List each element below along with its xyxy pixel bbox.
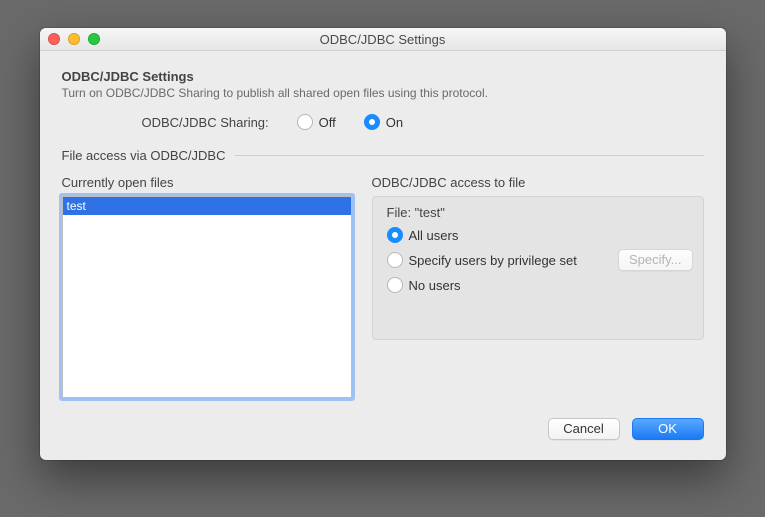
list-item[interactable]: test [63,197,351,215]
access-file-prefix: File: [387,205,415,220]
zoom-icon[interactable] [88,33,100,45]
specify-button: Specify... [618,249,693,271]
file-access-header: File access via ODBC/JDBC [62,148,704,163]
files-label: Currently open files [62,175,352,190]
sharing-off-label: Off [319,115,336,130]
access-no-users-label: No users [409,278,461,293]
titlebar: ODBC/JDBC Settings [40,28,726,51]
radio-icon [387,227,403,243]
sharing-radio-off[interactable]: Off [297,114,336,130]
radio-icon [387,277,403,293]
access-radio-no-users[interactable]: No users [387,277,461,293]
cancel-button[interactable]: Cancel [548,418,620,440]
settings-window: ODBC/JDBC Settings ODBC/JDBC Settings Tu… [40,28,726,460]
sharing-label: ODBC/JDBC Sharing: [142,115,269,130]
access-radio-all-users[interactable]: All users [387,227,459,243]
sharing-on-label: On [386,115,403,130]
access-radio-specify[interactable]: Specify users by privilege set [387,252,577,268]
radio-icon [297,114,313,130]
access-group-title: ODBC/JDBC access to file [372,175,704,190]
access-box: File: "test" All users Specify users by … [372,196,704,340]
section-subtitle: Turn on ODBC/JDBC Sharing to publish all… [62,86,704,100]
ok-button[interactable]: OK [632,418,704,440]
access-file-line: File: "test" [387,205,693,220]
file-access-title: File access via ODBC/JDBC [62,148,226,163]
sharing-row: ODBC/JDBC Sharing: Off On [142,114,704,130]
section-title: ODBC/JDBC Settings [62,69,704,84]
window-controls [48,33,100,45]
divider [235,155,703,156]
file-list[interactable]: test [62,196,352,398]
minimize-icon[interactable] [68,33,80,45]
radio-icon [364,114,380,130]
window-title: ODBC/JDBC Settings [40,32,726,47]
close-icon[interactable] [48,33,60,45]
access-all-users-label: All users [409,228,459,243]
window-body: ODBC/JDBC Settings Turn on ODBC/JDBC Sha… [40,51,726,460]
sharing-radio-on[interactable]: On [364,114,403,130]
access-file-name: test [419,205,440,220]
dialog-footer: Cancel OK [62,418,704,440]
radio-icon [387,252,403,268]
access-specify-label: Specify users by privilege set [409,253,577,268]
